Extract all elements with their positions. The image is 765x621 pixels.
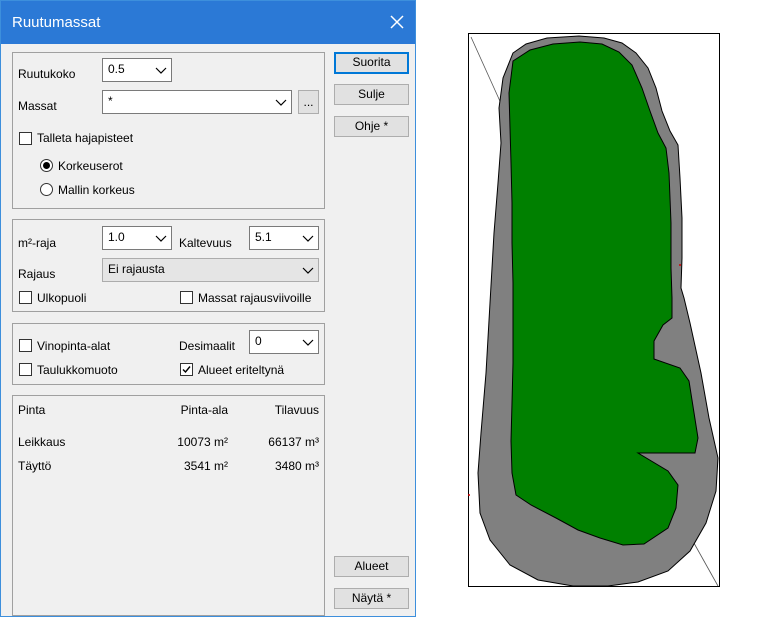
results-header-pinta-ala: Pinta-ala bbox=[180, 403, 228, 417]
massat-rajausviivoille-label: Massat rajausviivoille bbox=[198, 291, 312, 305]
rajaus-label: Rajaus bbox=[18, 267, 56, 281]
rajaus-select[interactable]: Ei rajausta bbox=[102, 258, 319, 282]
sulje-button[interactable]: Sulje bbox=[334, 84, 409, 105]
m2raja-label: m²-raja bbox=[18, 236, 56, 250]
nayta-button[interactable]: Näytä * bbox=[334, 588, 409, 609]
mallin-korkeus-radio[interactable] bbox=[40, 183, 53, 196]
dialog-title: Ruutumassat bbox=[12, 14, 101, 31]
ruutumassat-dialog: Ruutumassat Ruutukoko 0.5 Massat * ... T… bbox=[0, 0, 416, 617]
taulukkomuoto-checkbox[interactable] bbox=[19, 363, 32, 376]
talleta-checkbox[interactable] bbox=[19, 132, 32, 145]
korkeuserot-label: Korkeuserot bbox=[58, 159, 123, 173]
alueet-button[interactable]: Alueet bbox=[334, 556, 409, 577]
massat-label: Massat bbox=[18, 99, 57, 113]
ruutukoko-label: Ruutukoko bbox=[18, 67, 76, 81]
massat-browse-button[interactable]: ... bbox=[298, 90, 319, 114]
rajaus-value: Ei rajausta bbox=[108, 262, 165, 276]
ruutukoko-value: 0.5 bbox=[108, 62, 125, 76]
kaltevuus-label: Kaltevuus bbox=[179, 236, 232, 250]
close-icon[interactable] bbox=[386, 11, 408, 33]
ohje-button[interactable]: Ohje * bbox=[334, 116, 409, 137]
desimaalit-label: Desimaalit bbox=[179, 339, 236, 353]
kaltevuus-select[interactable]: 5.1 bbox=[249, 226, 319, 250]
radio-selected-dot bbox=[43, 162, 50, 169]
vinopinta-label: Vinopinta-alat bbox=[37, 339, 111, 353]
results-row-area: 10073 m² bbox=[177, 435, 228, 449]
m2raja-value: 1.0 bbox=[108, 230, 125, 244]
mass-preview-canvas bbox=[468, 33, 720, 587]
vinopinta-checkbox[interactable] bbox=[19, 339, 32, 352]
chevron-down-icon bbox=[302, 263, 314, 280]
talleta-label: Talleta hajapisteet bbox=[37, 131, 134, 145]
mallin-korkeus-label: Mallin korkeus bbox=[58, 183, 135, 197]
chevron-down-icon bbox=[155, 231, 167, 248]
results-row-name: Täyttö bbox=[18, 459, 52, 473]
marker-point bbox=[679, 264, 681, 266]
ruutukoko-select[interactable]: 0.5 bbox=[102, 58, 172, 82]
results-row-area: 3541 m² bbox=[183, 459, 228, 473]
korkeuserot-radio[interactable] bbox=[40, 159, 53, 172]
taulukkomuoto-label: Taulukkomuoto bbox=[37, 363, 118, 377]
results-header-pinta: Pinta bbox=[18, 403, 46, 417]
checkmark-icon bbox=[182, 366, 191, 374]
chevron-down-icon bbox=[302, 231, 314, 248]
alueet-eriteltyna-checkbox[interactable] bbox=[180, 363, 193, 376]
results-row-volume: 3480 m³ bbox=[274, 459, 319, 473]
chevron-down-icon bbox=[275, 95, 287, 112]
results-header-tilavuus: Tilavuus bbox=[274, 403, 319, 417]
chevron-down-icon bbox=[302, 335, 314, 352]
marker-point bbox=[468, 494, 470, 496]
chevron-down-icon bbox=[155, 63, 167, 80]
ulkopuoli-checkbox[interactable] bbox=[19, 291, 32, 304]
results-row-volume: 66137 m³ bbox=[268, 435, 319, 449]
kaltevuus-value: 5.1 bbox=[255, 230, 272, 244]
desimaalit-select[interactable]: 0 bbox=[249, 330, 319, 354]
massat-select[interactable]: * bbox=[102, 90, 292, 114]
m2raja-select[interactable]: 1.0 bbox=[102, 226, 172, 250]
results-group bbox=[12, 395, 325, 616]
ulkopuoli-label: Ulkopuoli bbox=[37, 291, 87, 305]
alueet-eriteltyna-label: Alueet eriteltynä bbox=[198, 363, 285, 377]
desimaalit-value: 0 bbox=[255, 334, 262, 348]
results-row-name: Leikkaus bbox=[18, 435, 66, 449]
massat-value: * bbox=[108, 94, 113, 108]
suorita-button[interactable]: Suorita bbox=[334, 52, 409, 74]
title-bar[interactable]: Ruutumassat bbox=[1, 1, 415, 44]
massat-rajausviivoille-checkbox[interactable] bbox=[180, 291, 193, 304]
